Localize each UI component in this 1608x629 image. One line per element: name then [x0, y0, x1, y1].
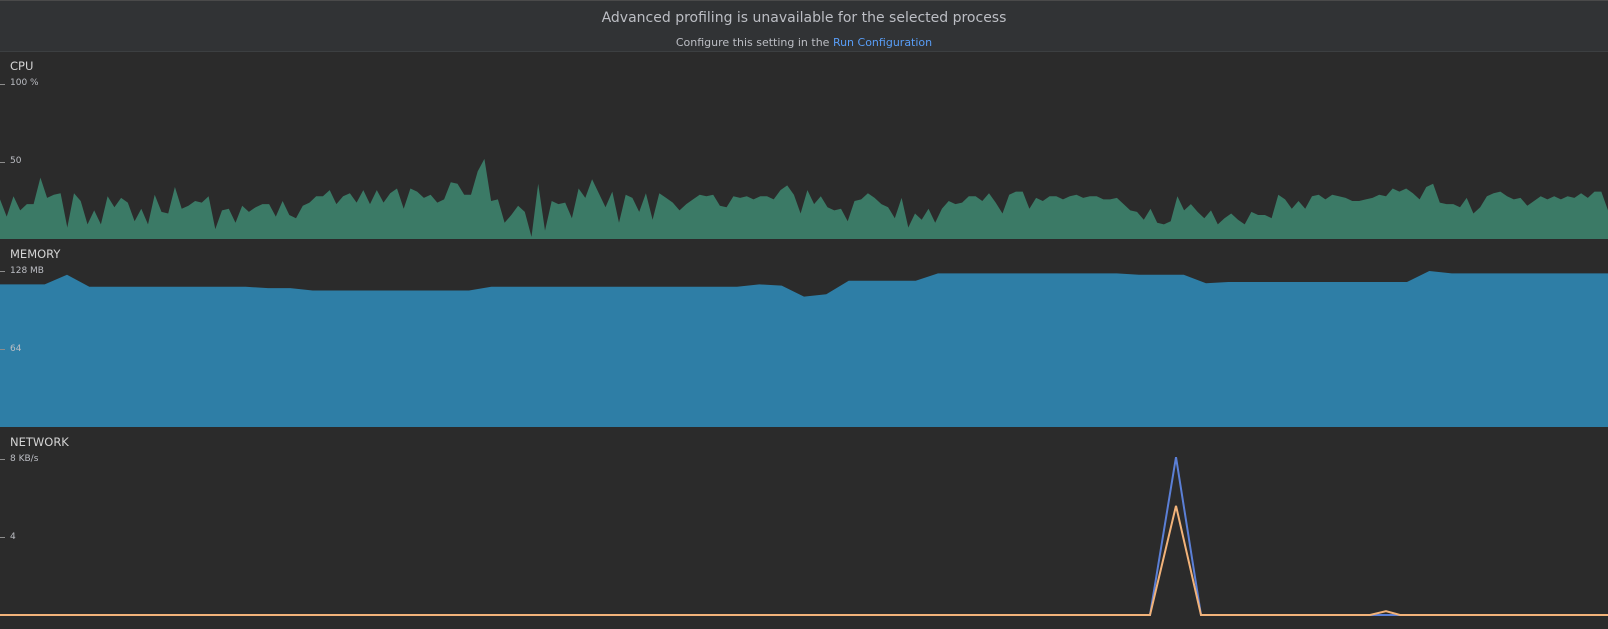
memory-tick-mark-64 — [0, 349, 5, 350]
memory-tick-128: 128 MB — [10, 266, 44, 276]
memory-tick-64: 64 — [10, 344, 22, 354]
network-received-line — [0, 505, 1608, 616]
banner-subtitle: Configure this setting in the Run Config… — [0, 36, 1608, 49]
memory-panel: MEMORY 128 MB 64 — [0, 241, 1608, 427]
profiling-unavailable-banner: Advanced profiling is unavailable for th… — [0, 0, 1608, 52]
banner-subtitle-text: Configure this setting in the — [675, 36, 830, 49]
cpu-usage-area — [0, 158, 1608, 239]
network-usage-chart — [0, 456, 1608, 616]
memory-usage-chart — [0, 271, 1608, 427]
run-configuration-link[interactable]: Run Configuration — [833, 36, 932, 49]
cpu-usage-chart — [0, 158, 1608, 239]
banner-title: Advanced profiling is unavailable for th… — [601, 10, 1007, 26]
network-panel: NETWORK 8 KB/s 4 — [0, 429, 1608, 629]
cpu-panel: CPU 100 % 50 — [0, 53, 1608, 239]
memory-usage-area — [0, 271, 1608, 427]
memory-title: MEMORY — [10, 247, 61, 261]
network-sent-line — [0, 456, 1608, 616]
memory-tick-mark-128 — [0, 271, 5, 272]
